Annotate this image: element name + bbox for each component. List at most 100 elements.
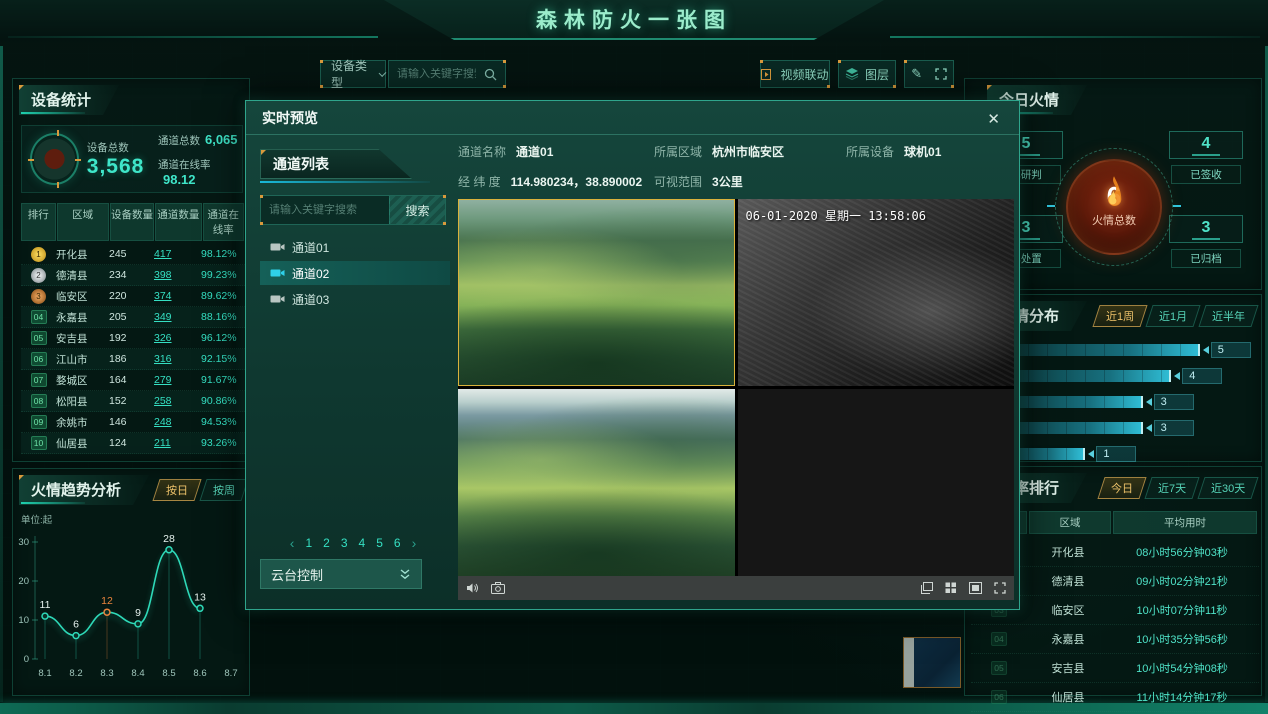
left-edge-decor xyxy=(0,46,3,702)
chevron-down-icon xyxy=(379,69,387,77)
device-stats-panel: 设备统计 设备总数 3,568 通道总数6,065 通道在线率98.12 排行 … xyxy=(12,78,250,462)
device-rank-table: 排行 区域 设备数量 通道数量 通道在线率 1开化县24541798.12%2德… xyxy=(21,203,245,454)
page-prev-arrow[interactable]: ‹ xyxy=(290,535,295,551)
page-number-1[interactable]: 1 xyxy=(305,536,312,550)
title-plate: 森林防火一张图 xyxy=(384,0,884,40)
page-title: 森林防火一张图 xyxy=(536,4,732,34)
medal-icon: 2 xyxy=(31,268,46,283)
table-row[interactable]: 08松阳县15225890.86% xyxy=(21,391,245,412)
eff-tab-0[interactable]: 今日 xyxy=(1097,477,1146,499)
layers-button[interactable]: 图层 xyxy=(838,60,896,88)
fullscreen-map-icon[interactable] xyxy=(935,68,947,80)
svg-text:8.1: 8.1 xyxy=(38,668,51,679)
device-gauge-icon xyxy=(30,133,79,185)
video-cell-4-empty[interactable] xyxy=(738,389,1015,576)
rank-badge: 07 xyxy=(31,373,47,387)
map-search-box[interactable] xyxy=(388,60,506,88)
svg-text:28: 28 xyxy=(163,533,175,545)
minimap-handle[interactable] xyxy=(904,638,914,687)
audio-icon[interactable] xyxy=(466,582,479,594)
fullscreen-video-icon[interactable] xyxy=(994,582,1006,594)
table-row[interactable]: 3临安区22037489.62% xyxy=(21,286,245,307)
single-view-icon[interactable] xyxy=(969,582,982,594)
dashboard-root: 森林防火一张图 设备类型 视频联动 图层 ✎ 设备统计 xyxy=(0,0,1268,714)
medal-icon: 1 xyxy=(31,247,46,262)
table-row[interactable]: 10仙居县12421193.26% xyxy=(21,433,245,454)
table-row[interactable]: 07婺城区16427991.67% xyxy=(21,370,245,391)
page-number-6[interactable]: 6 xyxy=(394,536,401,550)
video-linkage-label: 视频联动 xyxy=(780,66,828,83)
trend-tab-0[interactable]: 按日 xyxy=(152,479,201,501)
realtime-preview-dialog: 实时预览 ✕ 通道列表 搜索 通道01 通道02 通道03 ‹123456› 云… xyxy=(245,100,1020,610)
svg-text:8.3: 8.3 xyxy=(100,668,113,679)
table-row[interactable]: 04永嘉县20534988.16% xyxy=(21,307,245,328)
ptz-label: 云台控制 xyxy=(271,565,323,584)
eff-tab-1[interactable]: 近7天 xyxy=(1144,477,1199,499)
fire-total-circle: 6 火情总数 xyxy=(1066,159,1162,255)
channel-item-2[interactable]: 通道02 xyxy=(260,261,450,285)
device-table-body: 1开化县24541798.12%2德清县23439899.23%3临安区2203… xyxy=(21,244,245,454)
stat-signed-label: 已签收 xyxy=(1171,165,1241,184)
page-number-4[interactable]: 4 xyxy=(359,536,366,550)
ptz-control-bar[interactable]: 云台控制 xyxy=(260,559,422,589)
video-timestamp: 06-01-2020 星期一 13:58:06 xyxy=(746,207,927,224)
channel-total-label: 通道总数 xyxy=(158,135,200,147)
video-cell-3[interactable] xyxy=(458,389,735,576)
layers-label: 图层 xyxy=(865,66,889,83)
efficiency-row[interactable]: 05安吉县10小时54分钟08秒 xyxy=(971,654,1259,683)
table-row[interactable]: 06江山市18631692.15% xyxy=(21,349,245,370)
snapshot-camera-icon[interactable] xyxy=(491,582,505,594)
page-number-5[interactable]: 5 xyxy=(376,536,383,550)
device-stats-card: 设备总数 3,568 通道总数6,065 通道在线率98.12 xyxy=(21,125,243,193)
table-row[interactable]: 09余姚市14624894.53% xyxy=(21,412,245,433)
device-type-dropdown[interactable]: 设备类型 xyxy=(320,60,386,88)
dist-bar-value: 1 xyxy=(1088,446,1136,462)
top-header: 森林防火一张图 xyxy=(0,0,1268,46)
video-linkage-button[interactable]: 视频联动 xyxy=(760,60,830,88)
video-linkage-icon xyxy=(761,69,774,80)
camera-icon xyxy=(270,294,285,304)
grid-layout-icon[interactable] xyxy=(945,582,957,594)
video-grid: 06-01-2020 星期一 13:58:06 xyxy=(458,199,1014,576)
cascade-windows-icon[interactable] xyxy=(920,582,933,594)
draw-pencil-icon[interactable]: ✎ xyxy=(911,66,922,82)
dist-tab-2[interactable]: 近半年 xyxy=(1198,305,1258,327)
dist-tab-0[interactable]: 近1周 xyxy=(1092,305,1147,327)
close-icon[interactable]: ✕ xyxy=(982,108,1005,130)
channel-item-1[interactable]: 通道01 xyxy=(260,235,450,259)
table-row[interactable]: 1开化县24541798.12% xyxy=(21,244,245,265)
channel-region-field: 所属区域杭州市临安区 xyxy=(654,143,784,160)
dist-bar-value: 3 xyxy=(1146,394,1194,410)
page-number-2[interactable]: 2 xyxy=(323,536,330,550)
dist-tab-1[interactable]: 近1月 xyxy=(1145,305,1200,327)
channel-item-3[interactable]: 通道03 xyxy=(260,287,450,311)
trend-tab-1[interactable]: 按周 xyxy=(199,479,248,501)
header-line-right xyxy=(890,36,1260,38)
trend-tabs: 按日按周 xyxy=(151,479,245,501)
table-row[interactable]: 05安吉县19232696.12% xyxy=(21,328,245,349)
svg-text:6: 6 xyxy=(73,619,79,631)
fire-trend-panel: 火情趋势分析 按日按周 单位:起01020308.18.28.38.48.58.… xyxy=(12,468,250,696)
video-cell-1-selected[interactable] xyxy=(458,199,735,386)
fire-trend-title: 火情趋势分析 xyxy=(19,475,149,505)
map-search-input[interactable] xyxy=(389,68,484,80)
page-number-3[interactable]: 3 xyxy=(341,536,348,550)
channel-search-input[interactable] xyxy=(261,196,389,224)
layers-icon xyxy=(845,68,859,80)
channel-range-field: 可视范围3公里 xyxy=(654,173,743,190)
channel-search-button[interactable]: 搜索 xyxy=(389,196,445,224)
col-header-avg-time: 平均用时 xyxy=(1113,511,1257,534)
eff-tab-2[interactable]: 近30天 xyxy=(1197,477,1258,499)
svg-text:12: 12 xyxy=(101,595,113,607)
video-cell-2[interactable]: 06-01-2020 星期一 13:58:06 xyxy=(738,199,1015,386)
table-row[interactable]: 2德清县23439899.23% xyxy=(21,265,245,286)
video-toolbar xyxy=(458,576,1014,600)
svg-text:8.4: 8.4 xyxy=(131,668,144,679)
efficiency-row[interactable]: 04永嘉县10小时35分钟56秒 xyxy=(971,625,1259,654)
online-rate-label: 通道在线率 xyxy=(158,159,211,171)
channel-tab-underline xyxy=(260,181,430,183)
svg-text:10: 10 xyxy=(18,615,29,626)
page-next-arrow[interactable]: › xyxy=(412,535,417,551)
minimap-widget[interactable] xyxy=(903,637,961,688)
efficiency-row[interactable]: 06仙居县11小时14分钟17秒 xyxy=(971,683,1259,712)
